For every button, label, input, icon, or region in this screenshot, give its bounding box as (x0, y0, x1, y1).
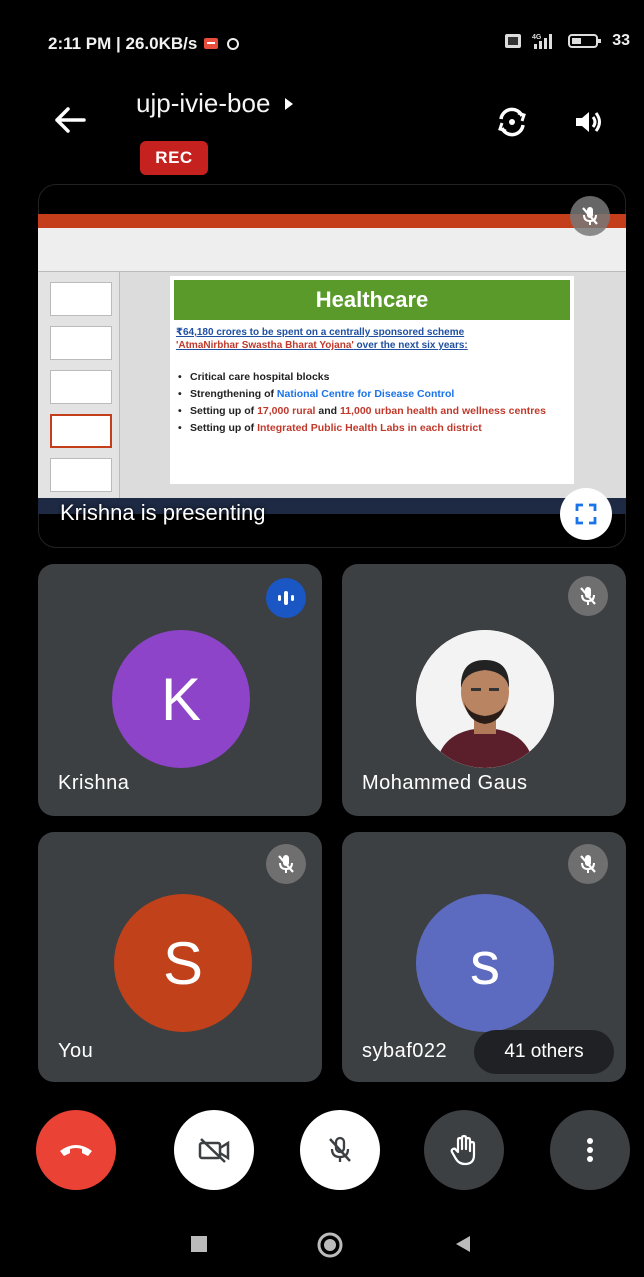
caret-right-icon (285, 97, 294, 110)
camera-toggle-button[interactable] (174, 1110, 254, 1190)
mic-off-icon (329, 1136, 351, 1162)
hand-icon (450, 1134, 476, 1166)
slide-bullet-highlight: National Centre for Disease Control (276, 388, 455, 400)
status-bar: 2:11 PM | 26.0KB/s 4G 33 (0, 0, 644, 90)
slide-bullet: Setting up of Integrated Public Health L… (178, 421, 570, 435)
svg-text:4G: 4G (532, 34, 542, 41)
mic-off-icon (580, 587, 596, 605)
slide-bullet-text: and (315, 405, 340, 417)
back-nav-button[interactable] (452, 1233, 474, 1255)
slide-subtitle-line1: ₹64,180 crores to be spent on a centrall… (176, 327, 465, 338)
avatar: S (114, 894, 252, 1032)
switch-camera-button[interactable] (490, 100, 534, 144)
switch-camera-icon (498, 107, 526, 137)
participant-tile-self[interactable]: S You (38, 832, 322, 1082)
status-time-speed: 2:11 PM | 26.0KB/s (48, 34, 198, 53)
signal-icon: 4G (532, 34, 553, 49)
system-nav-bar (0, 1215, 644, 1277)
slide-bullet-text: Setting up of (190, 422, 258, 434)
avatar-photo (416, 630, 554, 768)
status-left: 2:11 PM | 26.0KB/s (48, 34, 241, 54)
shared-screen: Healthcare ₹64,180 crores to be spent on… (38, 214, 626, 514)
slide-thumbnail (50, 282, 112, 316)
slide-subtitle: ₹64,180 crores to be spent on a centrall… (176, 326, 568, 352)
speaker-button[interactable] (566, 100, 610, 144)
others-button[interactable]: 41 others (474, 1030, 614, 1074)
participant-tile[interactable]: Mohammed Gaus (342, 564, 626, 816)
ppt-title-bar (38, 214, 626, 228)
slide-subtitle-line2-rest: over the next six years: (353, 340, 468, 351)
mute-indicator (568, 576, 608, 616)
slide-bullet: Critical care hospital blocks (178, 370, 570, 384)
slide-thumbnail (50, 458, 112, 492)
square-icon (191, 1236, 207, 1252)
circle-icon (317, 1232, 343, 1258)
presenter-mute-indicator (570, 196, 610, 236)
ppt-slide: Healthcare ₹64,180 crores to be spent on… (170, 276, 574, 484)
more-vert-icon (587, 1138, 593, 1162)
slide-bullet-text: Critical care hospital blocks (190, 371, 330, 383)
slide-bullet-text: Strengthening of (190, 388, 277, 400)
message-icon (204, 38, 219, 49)
status-right: 4G 33 (504, 32, 630, 50)
audio-level-icon (278, 591, 294, 605)
slide-bullet-highlight: 17,000 rural (257, 405, 316, 417)
back-button[interactable] (50, 100, 90, 140)
avatar: s (416, 894, 554, 1032)
fullscreen-button[interactable] (560, 488, 612, 540)
recent-apps-button[interactable] (188, 1233, 210, 1255)
arrow-left-icon (55, 107, 86, 133)
nfc-icon (505, 34, 522, 48)
speaking-indicator (266, 578, 306, 618)
presenter-label: Krishna is presenting (60, 500, 266, 525)
slide-thumbnail (50, 326, 112, 360)
meeting-title-button[interactable]: ujp-ivie-boe (136, 88, 294, 119)
fullscreen-icon (575, 503, 597, 525)
slide-subtitle-line2: 'AtmaNirbhar Swastha Bharat Yojana' over… (176, 339, 568, 352)
profile-photo (416, 630, 554, 768)
more-options-button[interactable] (550, 1110, 630, 1190)
slide-bullet: Setting up of 17,000 rural and 11,000 ur… (178, 404, 570, 418)
battery-percent: 33 (612, 32, 630, 49)
participant-tile[interactable]: K Krishna (38, 564, 322, 816)
slide-bullet-highlight: 11,000 urban health and wellness centres (339, 405, 546, 417)
slide-thumbnail (50, 370, 112, 404)
mic-toggle-button[interactable] (300, 1110, 380, 1190)
mic-off-icon (582, 207, 598, 225)
slide-bullet-text: Setting up of (190, 405, 258, 417)
phone-hangup-icon (60, 1145, 92, 1156)
triangle-back-icon (456, 1236, 470, 1252)
participant-name: Mohammed Gaus (362, 772, 528, 794)
sync-icon (227, 38, 240, 50)
end-call-button[interactable] (36, 1110, 116, 1190)
slide-title: Healthcare (174, 280, 570, 320)
slide-thumbnail-active (50, 414, 112, 448)
speaker-icon (576, 112, 601, 132)
slide-bullet-list: Critical care hospital blocks Strengthen… (178, 370, 570, 438)
mic-off-icon (278, 855, 294, 873)
recording-badge: REC (140, 141, 208, 175)
meeting-code: ujp-ivie-boe (136, 88, 271, 118)
slide-bullet-highlight: Integrated Public Health Labs in each di… (257, 422, 482, 434)
participant-name: Krishna (58, 772, 130, 794)
ppt-ribbon (38, 228, 626, 272)
scheme-name: 'AtmaNirbhar Swastha Bharat Yojana' (176, 340, 354, 351)
slide-bullet: Strengthening of National Centre for Dis… (178, 387, 570, 401)
raise-hand-button[interactable] (424, 1110, 504, 1190)
participant-name: You (58, 1040, 94, 1062)
avatar: K (112, 630, 250, 768)
ppt-slide-thumbnails (38, 272, 120, 502)
mute-indicator (568, 844, 608, 884)
battery-icon (568, 34, 602, 48)
mic-off-icon (580, 855, 596, 873)
home-button[interactable] (316, 1231, 344, 1259)
participant-name: sybaf022 (362, 1040, 448, 1062)
mute-indicator (266, 844, 306, 884)
camera-off-icon (198, 1138, 230, 1163)
